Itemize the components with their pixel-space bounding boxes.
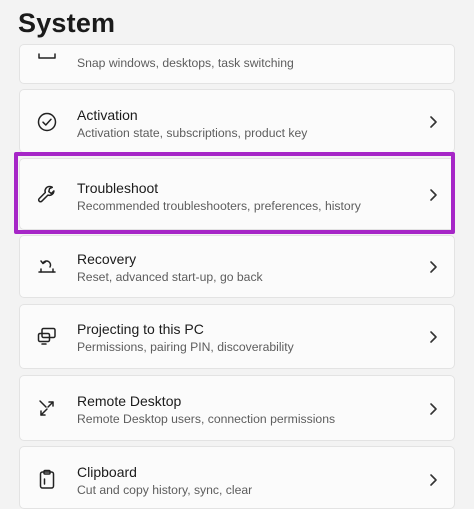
list-item-title: Activation bbox=[77, 107, 138, 123]
list-item-subtitle: Reset, advanced start-up, go back bbox=[77, 270, 263, 284]
list-item-title: Recovery bbox=[77, 251, 137, 267]
wrench-icon bbox=[36, 183, 58, 205]
chevron-right-icon bbox=[428, 473, 438, 487]
list-item-title: Projecting to this PC bbox=[77, 321, 204, 337]
list-item-subtitle: Permissions, pairing PIN, discoverabilit… bbox=[77, 340, 294, 354]
list-item-title: Troubleshoot bbox=[77, 180, 159, 196]
chevron-right-icon bbox=[428, 188, 438, 202]
check-circle-icon bbox=[36, 111, 58, 133]
projecting-icon bbox=[36, 325, 58, 347]
list-item-subtitle: Cut and copy history, sync, clear bbox=[77, 483, 253, 497]
list-item-subtitle: Recommended troubleshooters, preferences… bbox=[77, 199, 361, 213]
chevron-right-icon bbox=[428, 402, 438, 416]
multitasking-icon bbox=[36, 48, 58, 70]
list-item-projecting[interactable]: Projecting to this PC Permissions, pairi… bbox=[19, 304, 455, 369]
list-item-troubleshoot[interactable]: Troubleshoot Recommended troubleshooters… bbox=[19, 158, 455, 230]
list-item-clipboard[interactable]: Clipboard Cut and copy history, sync, cl… bbox=[19, 446, 455, 509]
settings-list: Snap windows, desktops, task switching A… bbox=[19, 0, 455, 509]
chevron-right-icon bbox=[428, 115, 438, 129]
list-item-subtitle: Snap windows, desktops, task switching bbox=[77, 56, 294, 70]
list-item-title: Clipboard bbox=[77, 464, 137, 480]
list-item-title: Remote Desktop bbox=[77, 393, 182, 409]
remote-desktop-icon bbox=[36, 397, 58, 419]
chevron-right-icon bbox=[428, 260, 438, 274]
list-item-remote-desktop[interactable]: Remote Desktop Remote Desktop users, con… bbox=[19, 375, 455, 441]
recovery-icon bbox=[36, 255, 58, 277]
list-item-recovery[interactable]: Recovery Reset, advanced start-up, go ba… bbox=[19, 235, 455, 298]
list-item-activation[interactable]: Activation Activation state, subscriptio… bbox=[19, 89, 455, 153]
clipboard-icon bbox=[36, 468, 58, 490]
list-item-subtitle: Remote Desktop users, connection permiss… bbox=[77, 412, 336, 426]
list-item-subtitle: Activation state, subscriptions, product… bbox=[77, 126, 308, 140]
chevron-right-icon bbox=[428, 330, 438, 344]
list-item-multitasking[interactable]: Snap windows, desktops, task switching bbox=[19, 44, 455, 84]
